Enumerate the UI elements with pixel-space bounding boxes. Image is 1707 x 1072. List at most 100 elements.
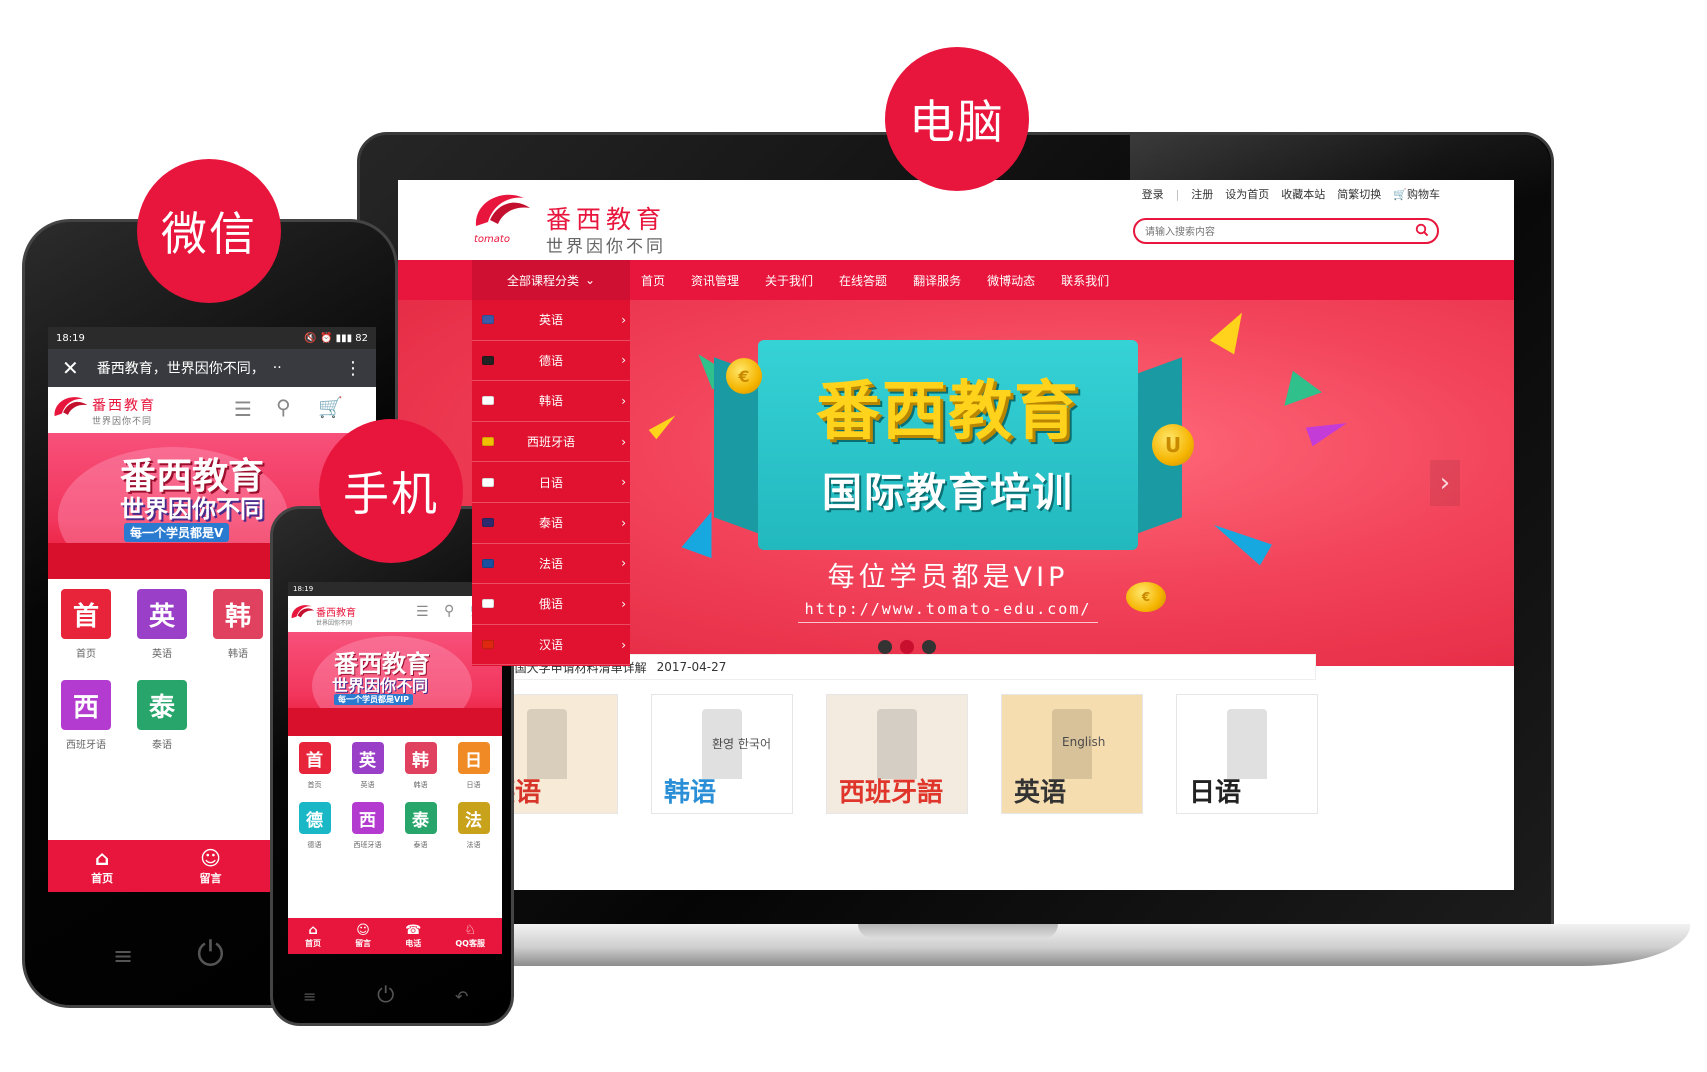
user-icon[interactable]: ⚲ bbox=[444, 603, 454, 619]
category-label: 泰语 bbox=[538, 516, 563, 531]
category-tile-caption: 法语 bbox=[466, 841, 481, 849]
category-tile[interactable]: 韩韩语 bbox=[200, 589, 276, 660]
category-item[interactable]: 法语 › bbox=[472, 544, 630, 585]
nav-news[interactable]: 资讯管理 bbox=[691, 272, 739, 289]
category-tile-caption: 首页 bbox=[307, 781, 322, 789]
carousel-dot[interactable] bbox=[922, 640, 936, 654]
cart-link[interactable]: 🛒购物车 bbox=[1393, 186, 1440, 202]
mobile-banner[interactable]: 番西教育 世界因你不同 每一个学员都是VIP bbox=[288, 632, 502, 736]
category-tile[interactable]: 首首页 bbox=[288, 742, 341, 790]
coin-icon: € bbox=[726, 358, 762, 394]
all-categories-button[interactable]: 全部课程分类 ⌄ bbox=[472, 260, 630, 300]
category-tile[interactable]: 首首页 bbox=[48, 589, 124, 660]
banner-tagline: 每位学员都是VIP bbox=[827, 562, 1069, 593]
register-link[interactable]: 注册 bbox=[1191, 186, 1213, 202]
category-label: 法语 bbox=[538, 556, 563, 571]
chevron-right-icon: › bbox=[621, 312, 626, 327]
chevron-right-icon: › bbox=[621, 556, 626, 571]
chevron-right-icon[interactable]: › bbox=[1430, 460, 1460, 506]
menu-hardware-icon[interactable]: ≡ bbox=[113, 942, 133, 970]
category-label: 俄语 bbox=[538, 597, 563, 612]
power-icon[interactable]: ⏻ bbox=[197, 934, 224, 974]
category-tile[interactable]: 日日语 bbox=[447, 742, 500, 790]
back-icon[interactable]: ↶ bbox=[455, 987, 468, 1006]
nav-translation[interactable]: 翻译服务 bbox=[913, 272, 961, 289]
search-icon[interactable] bbox=[1415, 223, 1429, 237]
title-ellipsis: ·· bbox=[272, 360, 282, 376]
search-input[interactable] bbox=[1145, 221, 1405, 244]
status-bar: 18:19 🔇 ⏰ ▮▮▮ 82 bbox=[48, 327, 376, 349]
category-item[interactable]: 日语 › bbox=[472, 462, 630, 503]
login-link[interactable]: 登录 bbox=[1142, 186, 1164, 202]
category-tile[interactable]: 韩韩语 bbox=[394, 742, 447, 790]
footer-home[interactable]: ⌂ 首页 bbox=[305, 923, 321, 949]
set-homepage-link[interactable]: 设为首页 bbox=[1225, 186, 1269, 202]
power-icon[interactable]: ⏻ bbox=[377, 983, 394, 1008]
category-tile[interactable]: 泰泰语 bbox=[394, 802, 447, 850]
language-switch-link[interactable]: 简繁切换 bbox=[1337, 186, 1381, 202]
category-tile[interactable]: 西西班牙语 bbox=[341, 802, 394, 850]
carousel-dot-active[interactable] bbox=[900, 640, 914, 654]
coin-icon: € bbox=[1126, 582, 1166, 612]
user-icon[interactable]: ⚲ bbox=[276, 395, 291, 419]
footer-message[interactable]: ☺ 留言 bbox=[200, 846, 222, 886]
category-label: 日语 bbox=[538, 475, 563, 490]
category-tile-caption: 韩语 bbox=[413, 781, 428, 789]
bookmark-link[interactable]: 收藏本站 bbox=[1281, 186, 1325, 202]
footer-message-label: 留言 bbox=[199, 872, 222, 885]
hero-banner[interactable]: 英语 › 德语 › 韩语 › 西班牙语 › 日语 › 泰语 › 法语 › 俄语 › 汉语 › 番西教育 国际教育培… bbox=[398, 300, 1514, 666]
footer-message[interactable]: ☺ 留言 bbox=[355, 923, 371, 949]
course-card[interactable]: 日语 bbox=[1176, 694, 1318, 814]
top-links: 登录 | 注册 设为首页 收藏本站 简繁切换 🛒购物车 bbox=[1142, 186, 1440, 202]
menu-hardware-icon[interactable]: ≡ bbox=[303, 987, 316, 1006]
logo-icon[interactable] bbox=[290, 602, 316, 626]
category-tile[interactable]: 法法语 bbox=[447, 802, 500, 850]
nav-contact[interactable]: 联系我们 bbox=[1061, 272, 1109, 289]
logo-icon[interactable] bbox=[52, 393, 90, 427]
category-item[interactable]: 德语 › bbox=[472, 341, 630, 382]
category-item[interactable]: 西班牙语 › bbox=[472, 422, 630, 463]
footer-phone[interactable]: ☎电话 bbox=[405, 923, 421, 949]
category-tile-icon: 西 bbox=[61, 680, 111, 730]
category-item[interactable]: 俄语 › bbox=[472, 584, 630, 625]
category-tile-caption: 首页 bbox=[76, 649, 96, 660]
carousel-dots bbox=[878, 640, 936, 654]
category-tile[interactable]: 英英语 bbox=[341, 742, 394, 790]
carousel-dot[interactable] bbox=[878, 640, 892, 654]
course-card[interactable]: 英语 English bbox=[1001, 694, 1143, 814]
nav-items: 首页 资讯管理 关于我们 在线答题 翻译服务 微博动态 联系我们 bbox=[641, 260, 1109, 300]
category-tile[interactable]: 西西班牙语 bbox=[48, 680, 124, 751]
menu-icon[interactable]: ☰ bbox=[234, 397, 252, 421]
chevron-right-icon: › bbox=[621, 434, 626, 449]
chevron-right-icon: › bbox=[621, 515, 626, 530]
nav-about[interactable]: 关于我们 bbox=[765, 272, 813, 289]
category-tile[interactable]: 英英语 bbox=[124, 589, 200, 660]
category-tile-caption: 泰语 bbox=[152, 740, 172, 751]
nav-home[interactable]: 首页 bbox=[641, 272, 665, 289]
course-card[interactable]: 韩语 환영 한국어 bbox=[651, 694, 793, 814]
footer-qq[interactable]: ♘ QQ客服 bbox=[455, 923, 485, 949]
home-icon: ⌂ bbox=[308, 923, 318, 938]
top-link-separator: | bbox=[1175, 187, 1180, 201]
category-tile-icon: 法 bbox=[457, 802, 490, 834]
category-item[interactable]: 泰语 › bbox=[472, 503, 630, 544]
course-card[interactable]: 西班牙語 bbox=[826, 694, 968, 814]
category-tile[interactable]: 德德语 bbox=[288, 802, 341, 850]
category-tile[interactable]: 泰泰语 bbox=[124, 680, 200, 751]
device-showcase: tomato 番西教育 世界因你不同 登录 | 注册 设为首页 收藏本站 简繁切… bbox=[0, 0, 1707, 1072]
banner-subtitle: 世界因你不同 bbox=[332, 676, 429, 695]
category-item[interactable]: 英语 › bbox=[472, 300, 630, 341]
nav-weibo[interactable]: 微博动态 bbox=[987, 272, 1035, 289]
cart-icon[interactable]: 🛒 bbox=[318, 395, 343, 419]
category-item[interactable]: 汉语 › bbox=[472, 625, 630, 666]
category-tile-caption: 韩语 bbox=[228, 649, 248, 660]
category-item[interactable]: 韩语 › bbox=[472, 381, 630, 422]
category-label: 韩语 bbox=[538, 394, 563, 409]
footer-home[interactable]: ⌂ 首页 bbox=[91, 846, 113, 886]
nav-quiz[interactable]: 在线答题 bbox=[839, 272, 887, 289]
logo-icon[interactable]: tomato bbox=[472, 188, 534, 244]
cart-label: 购物车 bbox=[1407, 188, 1440, 201]
more-icon[interactable]: ⋮ bbox=[344, 358, 362, 379]
close-icon[interactable]: ✕ bbox=[62, 356, 79, 380]
menu-icon[interactable]: ☰ bbox=[416, 604, 429, 620]
